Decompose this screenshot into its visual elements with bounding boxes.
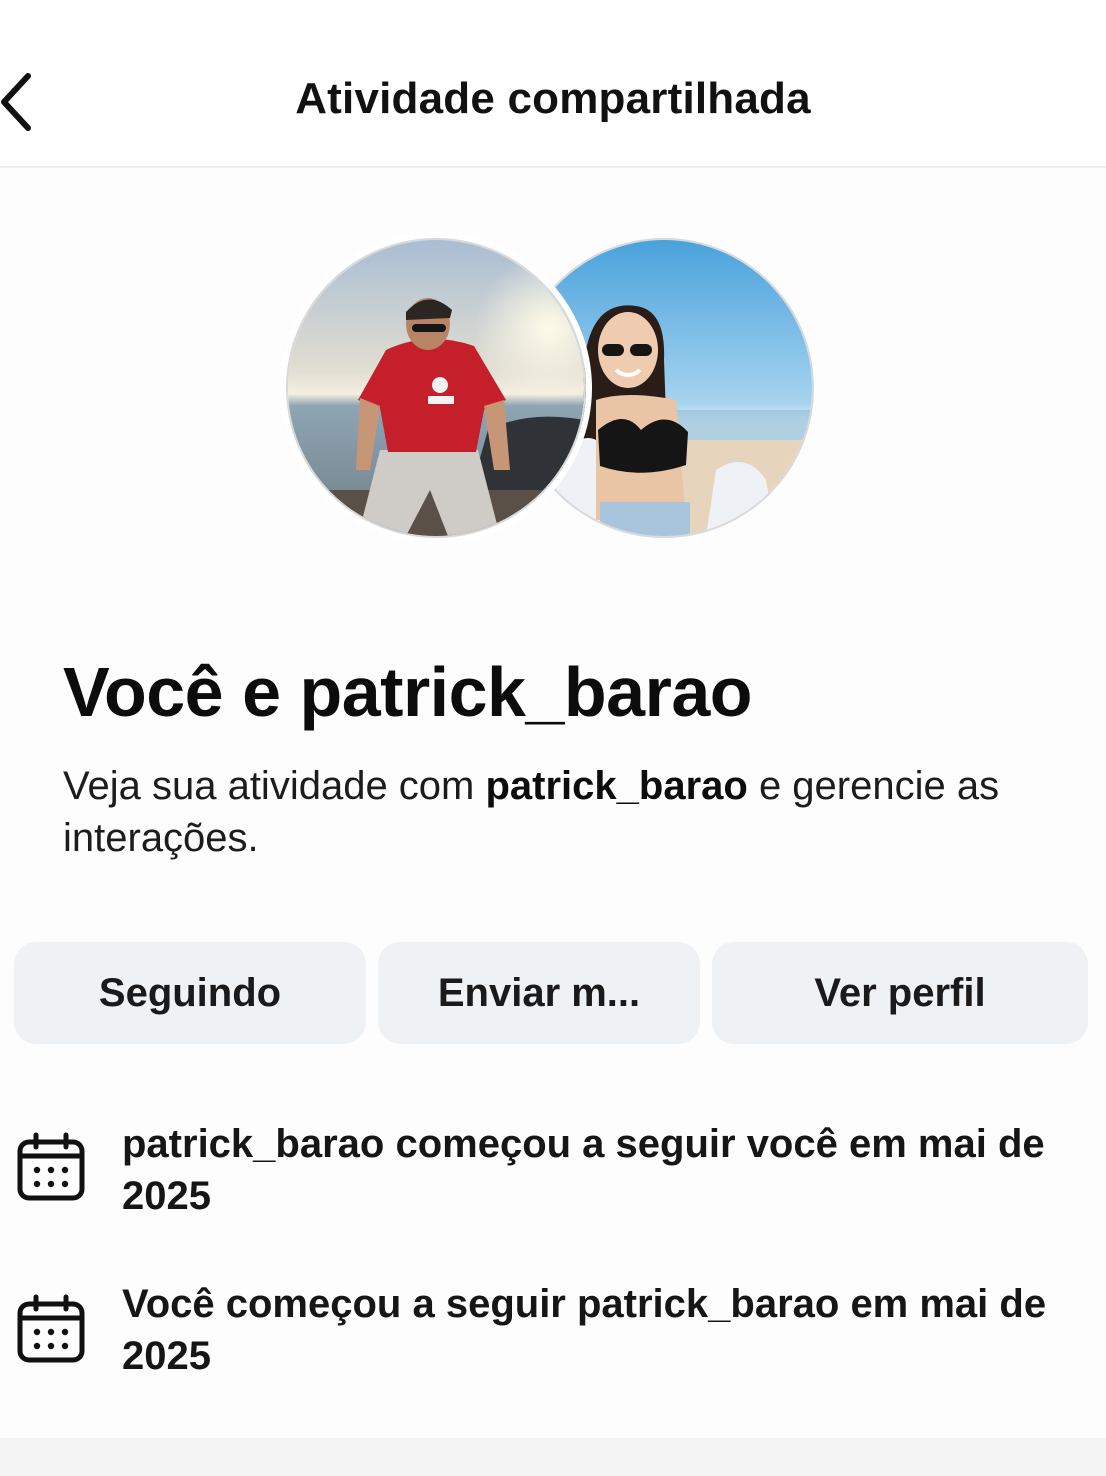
description-username: patrick_barao <box>485 764 748 808</box>
description-prefix: Veja sua atividade com <box>63 764 486 808</box>
header-title: Atividade compartilhada <box>295 74 811 123</box>
calendar-icon <box>17 1132 85 1201</box>
your-avatar[interactable] <box>286 238 586 538</box>
following-button[interactable]: Seguindo <box>14 942 366 1044</box>
description: Veja sua atividade com patrick_barao e g… <box>63 760 1053 864</box>
shared-activity-screen: Atividade compartilhada Você e patrick_b… <box>0 0 1106 1476</box>
activity-item: patrick_barao começou a seguir você em m… <box>0 1118 1106 1238</box>
avatar-pair <box>286 238 816 542</box>
send-message-button[interactable]: Enviar m... <box>378 942 700 1044</box>
activity-text: patrick_barao começou a seguir você em m… <box>122 1122 1045 1218</box>
view-profile-button[interactable]: Ver perfil <box>712 942 1088 1044</box>
avatar-photo <box>288 240 584 536</box>
calendar-icon <box>17 1294 85 1363</box>
page-title: Você e patrick_barao <box>63 653 753 731</box>
activity-text: Você começou a seguir patrick_barao em m… <box>122 1282 1047 1378</box>
top-bar: Atividade compartilhada <box>0 0 1106 168</box>
bottom-divider <box>0 1438 1106 1476</box>
activity-item: Você começou a seguir patrick_barao em m… <box>0 1278 1106 1398</box>
